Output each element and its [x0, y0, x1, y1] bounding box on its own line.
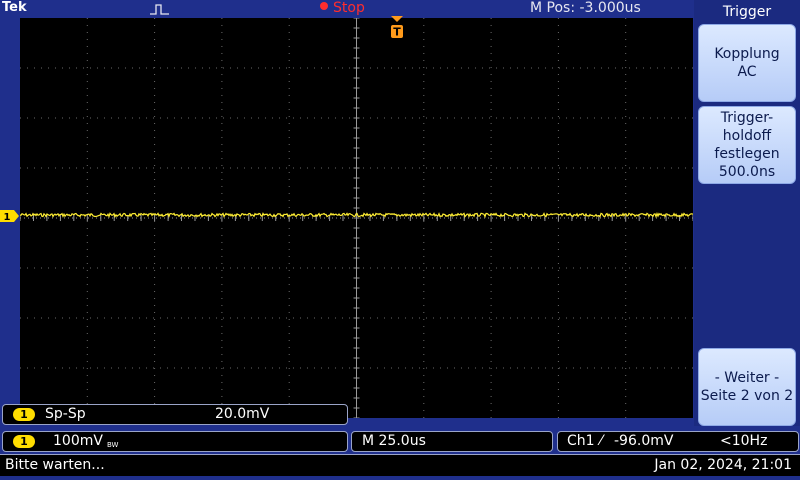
trigger-slope-icon: ⁄: [600, 433, 603, 449]
run-state-indicator[interactable]: Stop: [320, 0, 365, 16]
waveform-display[interactable]: [20, 18, 693, 418]
trigger-frequency: <10Hz: [720, 433, 768, 449]
next-page-button[interactable]: - Weiter - Seite 2 von 2: [698, 348, 796, 426]
holdoff-label-line2: holdoff: [722, 128, 772, 144]
trigger-source: Ch1: [567, 433, 595, 449]
timebase-readout[interactable]: M 25.0us: [351, 431, 553, 452]
timebase-label: M 25.0us: [362, 433, 426, 449]
measurement-readout[interactable]: 1 Sp-Sp 20.0mV: [2, 404, 348, 425]
measurement-name: Sp-Sp: [45, 406, 86, 422]
next-page-label: - Weiter -: [714, 370, 780, 386]
trigger-readout[interactable]: Ch1 ⁄ -96.0mV <10Hz: [557, 431, 799, 452]
channel1-badge: 1: [13, 435, 35, 448]
status-bar: Bitte warten... Jan 02, 2024, 21:01: [0, 454, 800, 476]
side-menu: Trigger Kopplung AC Trigger- holdoff fes…: [694, 0, 800, 426]
horizontal-position-readout: M Pos: -3.000us: [530, 0, 641, 16]
top-status-bar: Tek Stop M Pos: -3.000us: [0, 0, 694, 18]
status-message: Bitte warten...: [5, 457, 105, 473]
ch1-marker-label: 1: [4, 212, 11, 223]
bandwidth-limit-flag: BW: [107, 441, 119, 449]
holdoff-label-line3: festlegen: [714, 146, 780, 162]
run-state-label: Stop: [333, 0, 365, 16]
page-indicator: Seite 2 von 2: [700, 388, 794, 404]
channel1-scale: 100mV: [53, 433, 103, 449]
brand-logo: Tek: [2, 0, 27, 15]
side-menu-title: Trigger: [722, 4, 772, 20]
holdoff-value: 500.0ns: [718, 164, 776, 180]
status-datetime: Jan 02, 2024, 21:01: [654, 457, 792, 473]
measurement-channel-badge: 1: [13, 408, 35, 421]
holdoff-label-line1: Trigger-: [720, 110, 774, 126]
coupling-button-value: AC: [737, 64, 757, 80]
stop-dot-icon: [320, 2, 328, 10]
coupling-button[interactable]: Kopplung AC: [698, 24, 796, 102]
trigger-level: -96.0mV: [614, 433, 674, 449]
ch1-trace: [20, 212, 693, 219]
coupling-button-label: Kopplung: [714, 46, 780, 62]
trigger-position-marker[interactable]: T: [389, 16, 407, 46]
channel1-readout[interactable]: 1 100mV BW: [2, 431, 348, 452]
trigger-marker-label: T: [393, 26, 401, 39]
trigger-holdoff-button[interactable]: Trigger- holdoff festlegen 500.0ns: [698, 106, 796, 184]
ch1-ground-marker[interactable]: 1: [0, 208, 20, 227]
measurement-value: 20.0mV: [215, 406, 270, 422]
